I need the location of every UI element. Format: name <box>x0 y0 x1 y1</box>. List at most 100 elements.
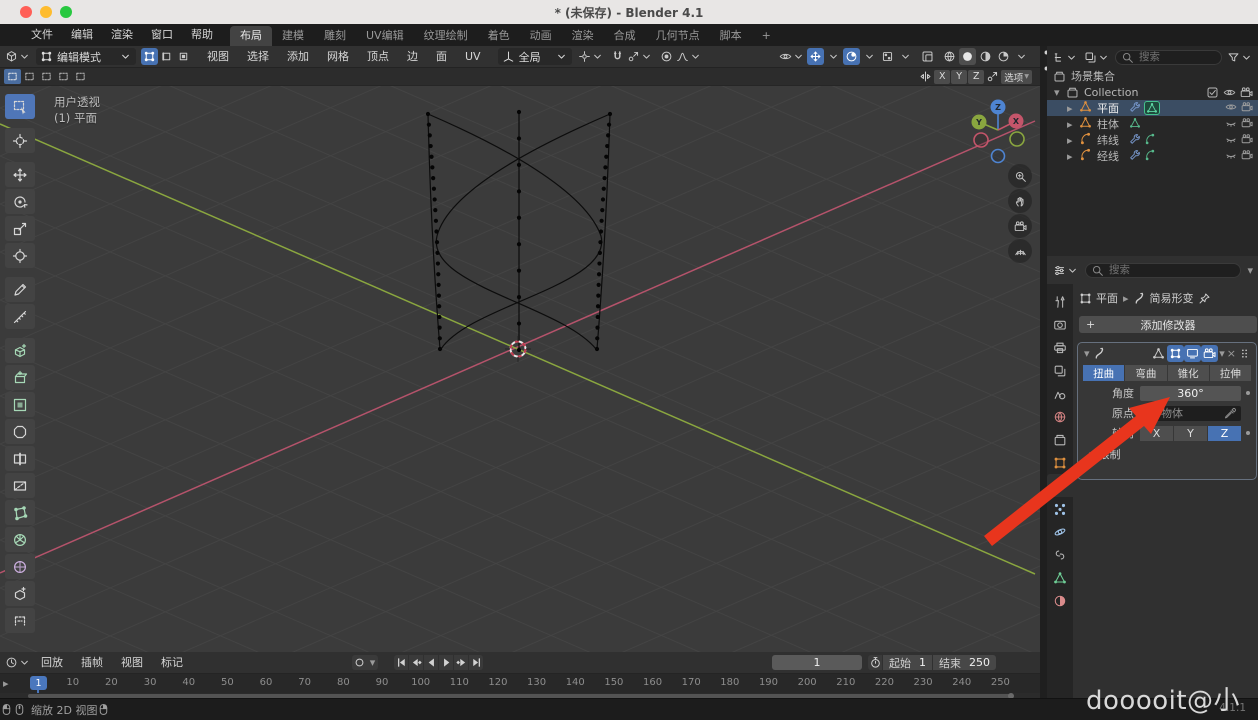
outliner-filter-mode-dropdown[interactable] <box>1083 49 1111 66</box>
jump-to-start-button[interactable] <box>394 655 408 670</box>
camera-icon[interactable] <box>1241 117 1253 132</box>
select-mode-vertex-button[interactable] <box>141 48 158 65</box>
timeline-menu-0[interactable]: 回放 <box>32 652 72 674</box>
camera-icon[interactable] <box>1241 149 1253 164</box>
select-subtract-button[interactable] <box>38 69 55 84</box>
tool-bevel-button[interactable] <box>5 419 35 444</box>
animate-dot-icon[interactable] <box>1246 391 1250 395</box>
expand-caret-icon[interactable]: ▸ <box>1067 150 1077 163</box>
jump-to-end-button[interactable] <box>469 655 483 670</box>
object-name[interactable]: 经线 <box>1094 148 1119 164</box>
axis-y-button[interactable]: Y <box>1174 426 1207 441</box>
workspace-tab-0[interactable]: 布局 <box>230 26 272 46</box>
eye-icon[interactable] <box>1225 101 1237 116</box>
tool-rip-button[interactable] <box>5 608 35 633</box>
properties-tab-render[interactable] <box>1047 313 1073 336</box>
pan-view-button[interactable] <box>1008 189 1032 213</box>
gizmos-toggle-button[interactable] <box>807 48 824 65</box>
snap-toggle-button[interactable] <box>609 48 626 65</box>
zoom-view-button[interactable] <box>1008 164 1032 188</box>
object-name[interactable]: 纬线 <box>1094 132 1119 148</box>
properties-tab-material[interactable] <box>1047 589 1073 612</box>
properties-tab-particles[interactable] <box>1047 497 1073 520</box>
select-invert-button[interactable] <box>55 69 72 84</box>
auto-keyframe-button[interactable] <box>352 655 366 670</box>
workspace-tab-5[interactable]: 着色 <box>478 26 520 46</box>
properties-tab-active-tool[interactable] <box>1047 290 1073 313</box>
properties-tab-output[interactable] <box>1047 336 1073 359</box>
breadcrumb-modifier[interactable]: 简易形变 <box>1150 290 1194 306</box>
workspace-tab-2[interactable]: 雕刻 <box>314 26 356 46</box>
topbar-menu-3[interactable]: 窗口 <box>142 24 182 46</box>
properties-tab-view-layer[interactable] <box>1047 359 1073 382</box>
options-dropdown[interactable]: 选项▾ <box>1001 70 1032 84</box>
expand-caret-icon[interactable]: ▸ <box>1067 118 1077 131</box>
show-object-types-dropdown[interactable] <box>778 48 806 65</box>
angle-field[interactable]: 360° <box>1140 386 1241 401</box>
xray-dropdown[interactable] <box>897 48 914 65</box>
properties-tab-object-data[interactable] <box>1047 566 1073 589</box>
eye-closed-icon[interactable] <box>1225 133 1237 148</box>
shading-rendered-button[interactable] <box>995 48 1012 65</box>
properties-search-input[interactable] <box>1107 263 1177 277</box>
transform-orientation-dropdown[interactable]: 全局 <box>498 48 572 65</box>
mirror-axis-x-button[interactable]: X <box>934 70 950 84</box>
properties-tab-world[interactable] <box>1047 405 1073 428</box>
chevron-right-icon[interactable]: ▸ <box>3 677 9 690</box>
workspace-tab-3[interactable]: UV编辑 <box>356 26 414 46</box>
outliner-row-3[interactable]: ▸ 经线 <box>1047 148 1258 164</box>
object-name[interactable]: 平面 <box>1094 100 1119 116</box>
play-button[interactable] <box>439 655 453 670</box>
select-new-button[interactable] <box>4 69 21 84</box>
shading-material-button[interactable] <box>977 48 994 65</box>
axis-z-button[interactable]: Z <box>1208 426 1241 441</box>
topbar-menu-4[interactable]: 帮助 <box>182 24 222 46</box>
topbar-menu-0[interactable]: 文件 <box>22 24 62 46</box>
select-mode-face-button[interactable] <box>175 48 192 65</box>
mirror-axis-z-button[interactable]: Z <box>968 70 984 84</box>
viewport-3d[interactable]: XYZ 选项▾ 用户透视 (1) 平面 ZYX <box>0 68 1040 652</box>
axis-x-button[interactable]: X <box>1140 426 1173 441</box>
proportional-editing-button[interactable] <box>658 48 675 65</box>
next-keyframe-button[interactable] <box>454 655 468 670</box>
properties-tab-constraints[interactable] <box>1047 543 1073 566</box>
use-preview-range-button[interactable] <box>868 655 882 670</box>
shading-solid-button[interactable] <box>959 48 976 65</box>
playhead[interactable]: 1 <box>30 676 47 690</box>
tool-inset-button[interactable] <box>5 392 35 417</box>
modifier-extras-dropdown[interactable]: ▾ <box>1219 347 1225 360</box>
select-extend-button[interactable] <box>21 69 38 84</box>
overlays-dropdown[interactable] <box>861 48 878 65</box>
eye-closed-icon[interactable] <box>1225 117 1237 132</box>
timeline-menu-1[interactable]: 插帧 <box>72 652 112 674</box>
workspace-tab-10[interactable]: 脚本 <box>710 26 752 46</box>
properties-search[interactable] <box>1085 263 1241 278</box>
properties-tab-collection[interactable] <box>1047 428 1073 451</box>
properties-tab-scene[interactable] <box>1047 382 1073 405</box>
blender-logo-icon[interactable] <box>6 27 22 43</box>
viewport-menu-3[interactable]: 网格 <box>318 46 358 68</box>
mirror-axis-y-button[interactable]: Y <box>951 70 967 84</box>
editor-type-timeline-button[interactable] <box>4 654 32 671</box>
deform-tab-0[interactable]: 扭曲 <box>1083 365 1124 381</box>
viewport-menu-4[interactable]: 顶点 <box>358 46 398 68</box>
timeline-menu-3[interactable]: 标记 <box>152 652 192 674</box>
viewport-menu-1[interactable]: 选择 <box>238 46 278 68</box>
camera-view-button[interactable] <box>1008 214 1032 238</box>
tool-edge-slide-button[interactable] <box>5 581 35 606</box>
display-on-cage-button[interactable] <box>1150 345 1167 362</box>
tool-move-button[interactable] <box>5 162 35 187</box>
properties-tab-physics[interactable] <box>1047 520 1073 543</box>
orthographic-view-button[interactable] <box>1008 239 1032 263</box>
tool-add-cube-button[interactable] <box>5 338 35 363</box>
snap-settings-dropdown[interactable] <box>626 48 654 65</box>
workspace-tab-1[interactable]: 建模 <box>272 26 314 46</box>
expand-caret-icon[interactable]: ▸ <box>1067 102 1077 115</box>
outliner-row-0[interactable]: ▸ 平面 <box>1047 100 1258 116</box>
outliner-row-2[interactable]: ▸纬线 <box>1047 132 1258 148</box>
tool-extrude-button[interactable] <box>5 365 35 390</box>
prev-keyframe-button[interactable] <box>409 655 423 670</box>
camera-icon[interactable] <box>1241 133 1253 148</box>
play-reverse-button[interactable] <box>424 655 438 670</box>
properties-display-dropdown[interactable] <box>1052 262 1080 279</box>
